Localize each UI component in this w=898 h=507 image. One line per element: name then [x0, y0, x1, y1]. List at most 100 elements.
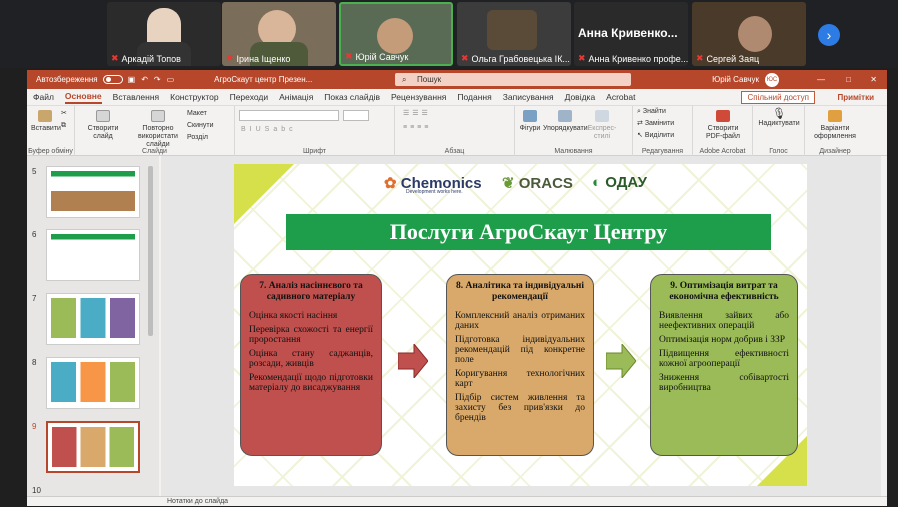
group-label: Дизайнер [819, 148, 851, 155]
tab-insert[interactable]: Вставлення [113, 92, 159, 102]
participant-name: ✖ Аркадій Топов [111, 53, 181, 64]
document-title[interactable]: АгроСкаут центр Презен... [214, 75, 312, 84]
next-participants-button[interactable]: › [818, 24, 840, 46]
copy-icon[interactable]: ⧉ [61, 122, 66, 130]
minimize-icon[interactable]: — [817, 75, 825, 84]
paste-button[interactable]: Вставити [31, 110, 61, 133]
slide-thumbnail-selected[interactable] [46, 421, 140, 473]
thumbnail-preview [51, 298, 135, 338]
slide-canvas[interactable]: ✿ Chemonics Development works here. ❦ ORA… [234, 164, 807, 486]
tab-transitions[interactable]: Переходи [230, 92, 269, 102]
tab-acrobat[interactable]: Acrobat [606, 92, 635, 102]
voice-group: 🎙 Надиктувати Голос [753, 106, 805, 156]
box-item: Перевірка схожості та енергії проростанн… [249, 325, 373, 345]
select-button[interactable]: ↖ Виділити [637, 132, 674, 140]
quick-styles-button[interactable]: Експрес-стилі [587, 110, 617, 141]
tab-view[interactable]: Подання [457, 92, 491, 102]
box-item: Підбір систем живлення та захисту без пр… [455, 393, 585, 423]
reuse-slides-icon [151, 110, 165, 122]
box-item: Коригування технологічних карт [455, 369, 585, 389]
slide-thumbnail[interactable] [46, 166, 140, 218]
maximize-icon[interactable]: □ [846, 75, 851, 84]
oracs-logo-icon: ❦ [502, 175, 515, 192]
dictate-button[interactable]: 🎙 Надиктувати [757, 108, 801, 128]
tab-design[interactable]: Конструктор [170, 92, 218, 102]
close-icon[interactable]: ✕ [870, 75, 877, 84]
tab-help[interactable]: Довідка [565, 92, 596, 102]
microphone-icon: 🎙 [772, 108, 786, 120]
adobe-group: Створити PDF-файл Adobe Acrobat [693, 106, 753, 156]
drawing-group: Фігури Упорядкувати Експрес-стилі Малюва… [515, 106, 633, 156]
reset-button[interactable]: Скинути [187, 122, 214, 130]
arrange-button[interactable]: Упорядкувати [543, 110, 588, 133]
tab-slideshow[interactable]: Показ слайдів [324, 92, 380, 102]
odau-logo: ◐ ОДАУ [592, 174, 647, 191]
cut-icon[interactable]: ✂ [61, 110, 67, 118]
avatar[interactable]: ЮС [765, 72, 779, 87]
slide-title-banner: Послуги АгроСкаут Центру [286, 214, 771, 250]
participant-tile[interactable]: Анна Кривенко... ✖ Анна Кривенко профе... [574, 2, 688, 66]
user-name: Юрій Савчук [712, 75, 759, 84]
participant-tile[interactable]: ✖ Сергей Заяц [692, 2, 806, 66]
list-buttons[interactable]: ☰☰☰ [403, 110, 431, 118]
comments-button[interactable]: Примітки [832, 91, 879, 104]
participant-tile[interactable]: ✖ Аркадій Топов [107, 2, 221, 66]
design-ideas-button[interactable]: Варіанти оформлення [811, 110, 859, 141]
group-label: Голос [769, 148, 788, 155]
mic-muted-icon: ✖ [226, 53, 234, 63]
font-name-dropdown[interactable] [239, 110, 339, 121]
group-label: Малювання [554, 148, 593, 155]
align-buttons[interactable]: ≡≡≡≡ [403, 124, 431, 132]
tab-animations[interactable]: Анімація [279, 92, 313, 102]
mic-muted-icon: ✖ [578, 53, 586, 63]
share-button[interactable]: Спільний доступ [741, 91, 815, 104]
vertical-scrollbar[interactable] [881, 156, 887, 496]
search-box[interactable]: ⌕ Пошук [395, 73, 631, 86]
save-icon[interactable]: ▣ [128, 75, 136, 84]
search-placeholder: Пошук [417, 75, 442, 84]
reuse-slides-button[interactable]: Повторно використати слайди [133, 110, 183, 149]
participant-tile[interactable]: ✖ Ольга Грабовецька ІК... [457, 2, 571, 66]
present-icon[interactable]: ▭ [167, 75, 175, 84]
new-slide-button[interactable]: Створити слайд [87, 110, 119, 141]
font-group: BIUSabc Шрифт [235, 106, 395, 156]
slide-thumbnail[interactable] [46, 357, 140, 409]
shapes-button[interactable]: Фігури [519, 110, 541, 133]
thumbnail-scrollbar[interactable] [148, 166, 153, 336]
participant-video [377, 18, 413, 54]
font-formatting-buttons[interactable]: BIUSabc [241, 126, 297, 134]
quick-styles-icon [595, 110, 609, 122]
participant-tile[interactable]: ✖ Ірина Іщенко [222, 2, 336, 66]
slide-thumbnail[interactable] [46, 229, 140, 281]
slide-thumbnail[interactable] [46, 293, 140, 345]
find-button[interactable]: ⌕ Знайти [637, 108, 666, 116]
tab-review[interactable]: Рецензування [391, 92, 446, 102]
thumbnail-preview [51, 171, 135, 211]
font-size-dropdown[interactable] [343, 110, 369, 121]
select-icon: ↖ [637, 132, 645, 139]
tab-file[interactable]: Файл [33, 92, 54, 102]
corner-decoration [234, 164, 294, 224]
tab-record[interactable]: Записування [503, 92, 554, 102]
layout-button[interactable]: Макет [187, 110, 207, 118]
redo-icon[interactable]: ↷ [154, 75, 161, 84]
undo-icon[interactable]: ↶ [141, 75, 148, 84]
replace-button[interactable]: ⇄ Замінити [637, 120, 674, 128]
ribbon-tabs: Файл Основне Вставлення Конструктор Пере… [27, 89, 887, 106]
section-button[interactable]: Розділ [187, 134, 208, 142]
box-item: Рекомендації щодо підготовки матеріалу д… [249, 373, 373, 393]
participant-initials: Анна Кривенко... [578, 26, 678, 40]
tab-home[interactable]: Основне [64, 91, 102, 104]
group-label: Абзац [444, 148, 465, 155]
box-title: 9. Оптимізація витрат та економічна ефек… [669, 281, 779, 302]
slide-number: 8 [32, 358, 37, 367]
odau-logo-icon: ◐ [592, 174, 602, 191]
participant-tile-active[interactable]: ✖ Юрій Савчук [339, 2, 453, 66]
autosave-toggle[interactable] [102, 75, 123, 84]
notes-bar[interactable]: Нотатки до слайда [27, 496, 887, 506]
slide-number: 9 [32, 422, 37, 431]
thumbnail-preview [51, 234, 135, 274]
service-box-7: 7. Аналіз насіннєвого та садивного матер… [240, 274, 382, 456]
create-pdf-button[interactable]: Створити PDF-файл [699, 110, 747, 141]
group-label: Слайди [142, 148, 167, 155]
